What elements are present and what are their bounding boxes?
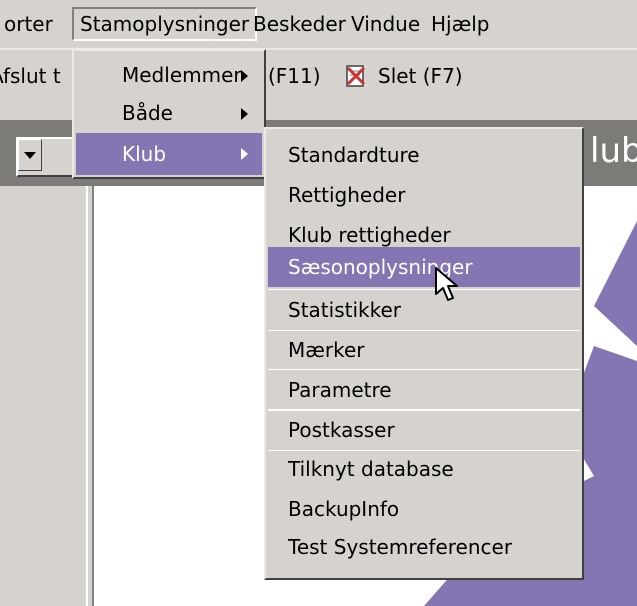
menu-item-tilknyt-database[interactable]: Tilknyt database (268, 449, 580, 489)
mouse-cursor-icon (434, 266, 462, 304)
menu-item-standardture[interactable]: Standardture (268, 135, 580, 175)
menu-item-label: Medlemmer (122, 63, 242, 87)
menu-vindue[interactable]: Vindue (345, 9, 426, 39)
menu-stamoplysninger[interactable]: Stamoplysninger (72, 7, 258, 41)
menu-item-saesonoplysninger[interactable]: Sæsonoplysninger (268, 247, 580, 287)
panel-splitter[interactable] (86, 186, 94, 606)
menu-item-label: Mærker (288, 338, 365, 362)
menu-item-label: Rettigheder (288, 183, 406, 207)
menu-hjaelp[interactable]: Hjælp (425, 9, 496, 39)
menu-item-label: Test Systemreferencer (288, 535, 513, 559)
menu-item-klub[interactable]: Klub (76, 133, 262, 175)
menu-item-label: Postkasser (288, 418, 395, 442)
submenu-arrow-icon (241, 70, 248, 82)
menu-item-statistikker[interactable]: Statistikker (268, 289, 580, 331)
menu-item-label: BackupInfo (288, 497, 400, 521)
stamoplysninger-menu: Medlemmer Både Klub (72, 49, 266, 179)
menu-item-postkasser[interactable]: Postkasser (268, 409, 580, 451)
slet-button[interactable]: Slet (F7) (378, 64, 463, 88)
menu-item-test-systemreferencer[interactable]: Test Systemreferencer (268, 527, 580, 567)
menu-item-label: Tilknyt database (288, 457, 454, 481)
menu-eksporter[interactable]: orter (0, 9, 59, 39)
menu-item-label: Både (122, 101, 173, 125)
menu-item-parametre[interactable]: Parametre (268, 369, 580, 411)
left-panel (0, 186, 86, 606)
menu-item-label: Standardture (288, 143, 420, 167)
submenu-arrow-icon (241, 108, 248, 120)
chevron-down-icon (24, 152, 36, 159)
menu-item-label: Statistikker (288, 298, 401, 322)
menu-item-baade[interactable]: Både (76, 95, 262, 131)
afslut-button[interactable]: Afslut t (0, 64, 61, 88)
menu-item-backupinfo[interactable]: BackupInfo (268, 489, 580, 529)
klub-submenu: Standardture Rettigheder Klub rettighede… (264, 127, 584, 580)
menu-beskeder[interactable]: Beskeder (247, 9, 352, 39)
menu-item-label: Klub (122, 142, 167, 166)
delete-icon[interactable] (344, 64, 368, 88)
f11-button[interactable]: (F11) (268, 64, 321, 88)
window-title: lub (590, 131, 637, 171)
menu-item-maerker[interactable]: Mærker (268, 330, 580, 370)
menu-item-rettigheder[interactable]: Rettigheder (268, 175, 580, 215)
submenu-arrow-icon (241, 148, 248, 160)
menu-item-label: Parametre (288, 378, 392, 402)
menu-bar: orter Stamoplysninger Beskeder Vindue Hj… (0, 0, 637, 50)
menu-item-medlemmer[interactable]: Medlemmer (76, 55, 262, 95)
